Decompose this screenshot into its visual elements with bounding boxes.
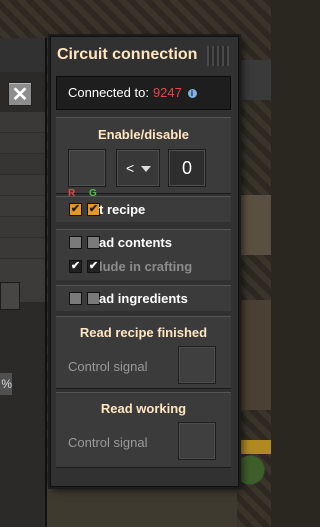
read-recipe-finished-section: Read recipe finished Control signal: [56, 316, 231, 389]
list-item[interactable]: [0, 112, 45, 133]
list-item[interactable]: [0, 154, 45, 175]
circuit-connection-panel: Circuit connection Connected to: 9247 i E…: [50, 36, 239, 487]
network-id: 9247: [152, 85, 182, 100]
list-item[interactable]: [0, 238, 45, 259]
enable-disable-section: Enable/disable < 0: [56, 117, 231, 194]
red-wire-checkbox[interactable]: [69, 292, 82, 305]
left-slot[interactable]: [0, 282, 20, 310]
option-row-read-contents: ad contents: [56, 229, 231, 255]
close-icon: ✕: [11, 83, 29, 106]
left-window-header: [0, 38, 45, 72]
machinery-tile: [240, 300, 271, 410]
comparator-dropdown[interactable]: <: [116, 149, 160, 187]
signal-slot[interactable]: [68, 149, 106, 187]
read-recipe-finished-title: Read recipe finished: [79, 325, 208, 340]
control-signal-slot[interactable]: [178, 346, 216, 384]
read-working-title: Read working: [100, 401, 187, 416]
close-button[interactable]: ✕: [8, 82, 32, 106]
control-signal-slot[interactable]: [178, 422, 216, 460]
chevron-down-icon: [141, 166, 151, 172]
control-signal-label: Control signal: [68, 435, 148, 450]
connected-to-bar: Connected to: 9247 i: [56, 76, 231, 110]
machinery-tile: [240, 195, 271, 255]
left-percent-label: %: [0, 373, 12, 395]
connected-to-label: Connected to:: [68, 85, 149, 100]
option-label: t recipe: [99, 202, 146, 217]
drag-handle[interactable]: [207, 46, 229, 66]
list-item[interactable]: [0, 196, 45, 217]
option-row-include-crafting: ✔ ✔ lude in crafting: [56, 254, 231, 280]
machinery-tile: [47, 485, 237, 527]
info-icon[interactable]: i: [187, 89, 197, 99]
red-wire-checkbox[interactable]: [69, 236, 82, 249]
belt-tile: [240, 440, 271, 454]
comparator-value: <: [126, 160, 135, 176]
option-label: ad contents: [99, 235, 172, 250]
control-signal-label: Control signal: [68, 359, 148, 374]
left-list: [0, 112, 45, 302]
enable-disable-title: Enable/disable: [97, 127, 190, 142]
list-item[interactable]: [0, 133, 45, 154]
list-item[interactable]: [0, 175, 45, 196]
red-wire-checkbox[interactable]: ✔: [69, 203, 82, 216]
machinery-tile: [238, 60, 271, 100]
option-row-set-recipe: ✔ ✔ t recipe: [56, 196, 231, 222]
read-working-section: Read working Control signal: [56, 392, 231, 468]
panel-title: Circuit connection: [57, 46, 198, 63]
left-window: ✕ %: [0, 38, 47, 527]
list-item[interactable]: [0, 217, 45, 238]
option-label: lude in crafting: [99, 259, 193, 274]
constant-input[interactable]: 0: [168, 149, 206, 187]
red-wire-checkbox[interactable]: ✔: [69, 260, 82, 273]
option-row-read-ingredients: ad ingredients: [56, 285, 231, 311]
option-label: ad ingredients: [99, 291, 188, 306]
